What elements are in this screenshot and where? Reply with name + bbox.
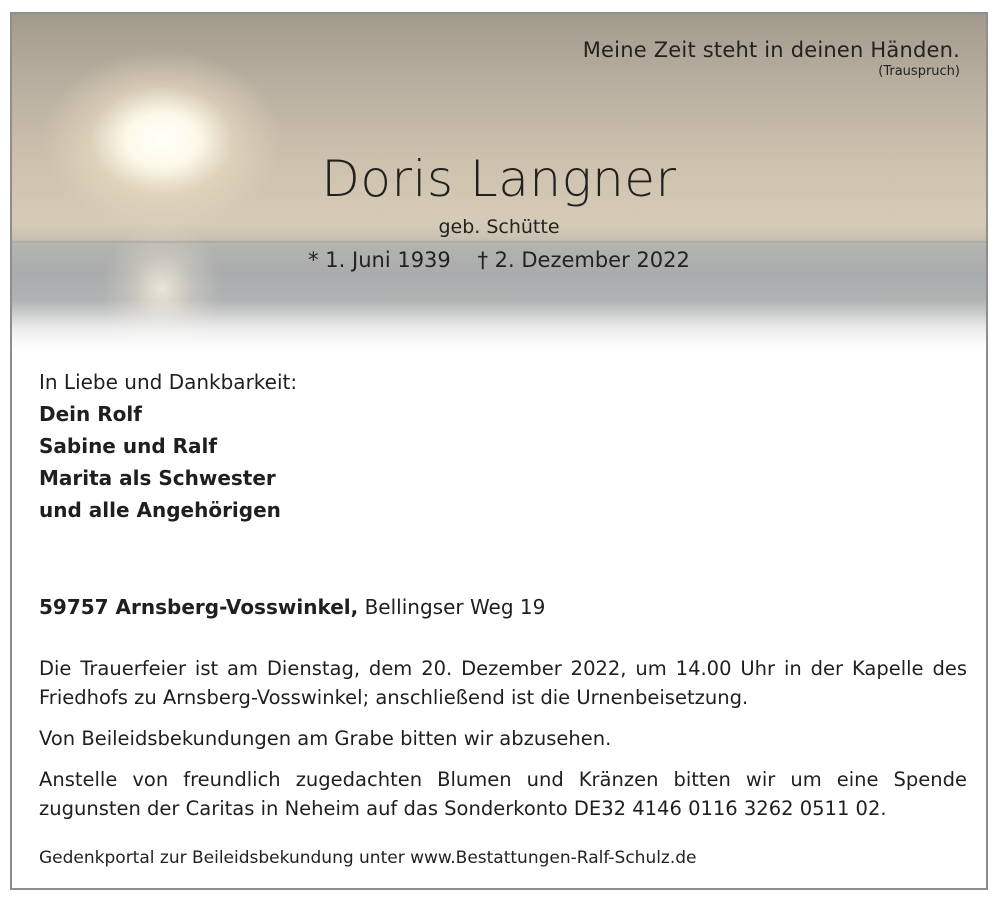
funeral-info: Die Trauerfeier ist am Dienstag, dem 20.…: [39, 657, 967, 709]
condolence-note: Von Beileidsbekundungen am Grabe bitten …: [39, 727, 612, 750]
notice-text: Die Trauerfeier ist am Dienstag, dem 20.…: [39, 654, 967, 835]
mourner-name: Sabine und Ralf: [39, 434, 218, 458]
mourners-block: In Liebe und Dankbarkeit: Dein Rolf Sabi…: [39, 366, 297, 526]
donation-note: Anstelle von freundlich zugedachten Blum…: [39, 768, 967, 820]
life-dates: * 1. Juni 1939 † 2. Dezember 2022: [12, 248, 986, 272]
motto-source: (Trauspruch): [878, 64, 960, 79]
address-street: Bellingser Weg 19: [364, 595, 546, 619]
memorial-portal-note: Gedenkportal zur Beileidsbekundung unter…: [39, 848, 697, 868]
motto-text: Meine Zeit steht in deinen Händen.: [582, 38, 960, 62]
mourners-intro: In Liebe und Dankbarkeit:: [39, 370, 298, 394]
obituary-frame: Meine Zeit steht in deinen Händen. (Trau…: [10, 12, 988, 890]
deceased-name: Doris Langner: [321, 150, 677, 208]
motto-block: Meine Zeit steht in deinen Händen. (Trau…: [583, 38, 960, 79]
horizon-line: [12, 240, 986, 244]
mourner-name: Marita als Schwester: [39, 466, 276, 490]
death-date: † 2. Dezember 2022: [477, 248, 690, 272]
maiden-name: geb. Schütte: [438, 216, 560, 238]
address: 59757 Arnsberg-Vosswinkel, Bellingser We…: [39, 595, 545, 619]
birth-date: * 1. Juni 1939: [308, 248, 451, 272]
mourner-name: und alle Angehörigen: [39, 498, 281, 522]
mourner-name: Dein Rolf: [39, 402, 142, 426]
address-city: 59757 Arnsberg-Vosswinkel,: [39, 595, 359, 619]
